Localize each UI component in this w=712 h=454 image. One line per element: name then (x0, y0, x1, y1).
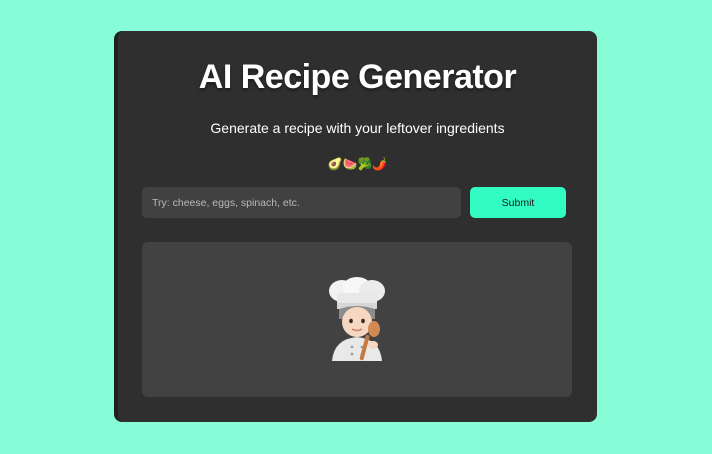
chef-icon (322, 277, 392, 361)
page-title: AI Recipe Generator (198, 58, 517, 96)
ingredient-emojis: 🥑🍉🥦🌶️ (327, 157, 388, 171)
page-subtitle: Generate a recipe with your leftover ing… (210, 120, 505, 136)
recipe-generator-card: AI Recipe Generator Generate a recipe wi… (114, 31, 597, 422)
recipe-result-panel (142, 242, 572, 397)
ingredients-input[interactable] (142, 187, 461, 218)
submit-button[interactable]: Submit (470, 187, 566, 218)
